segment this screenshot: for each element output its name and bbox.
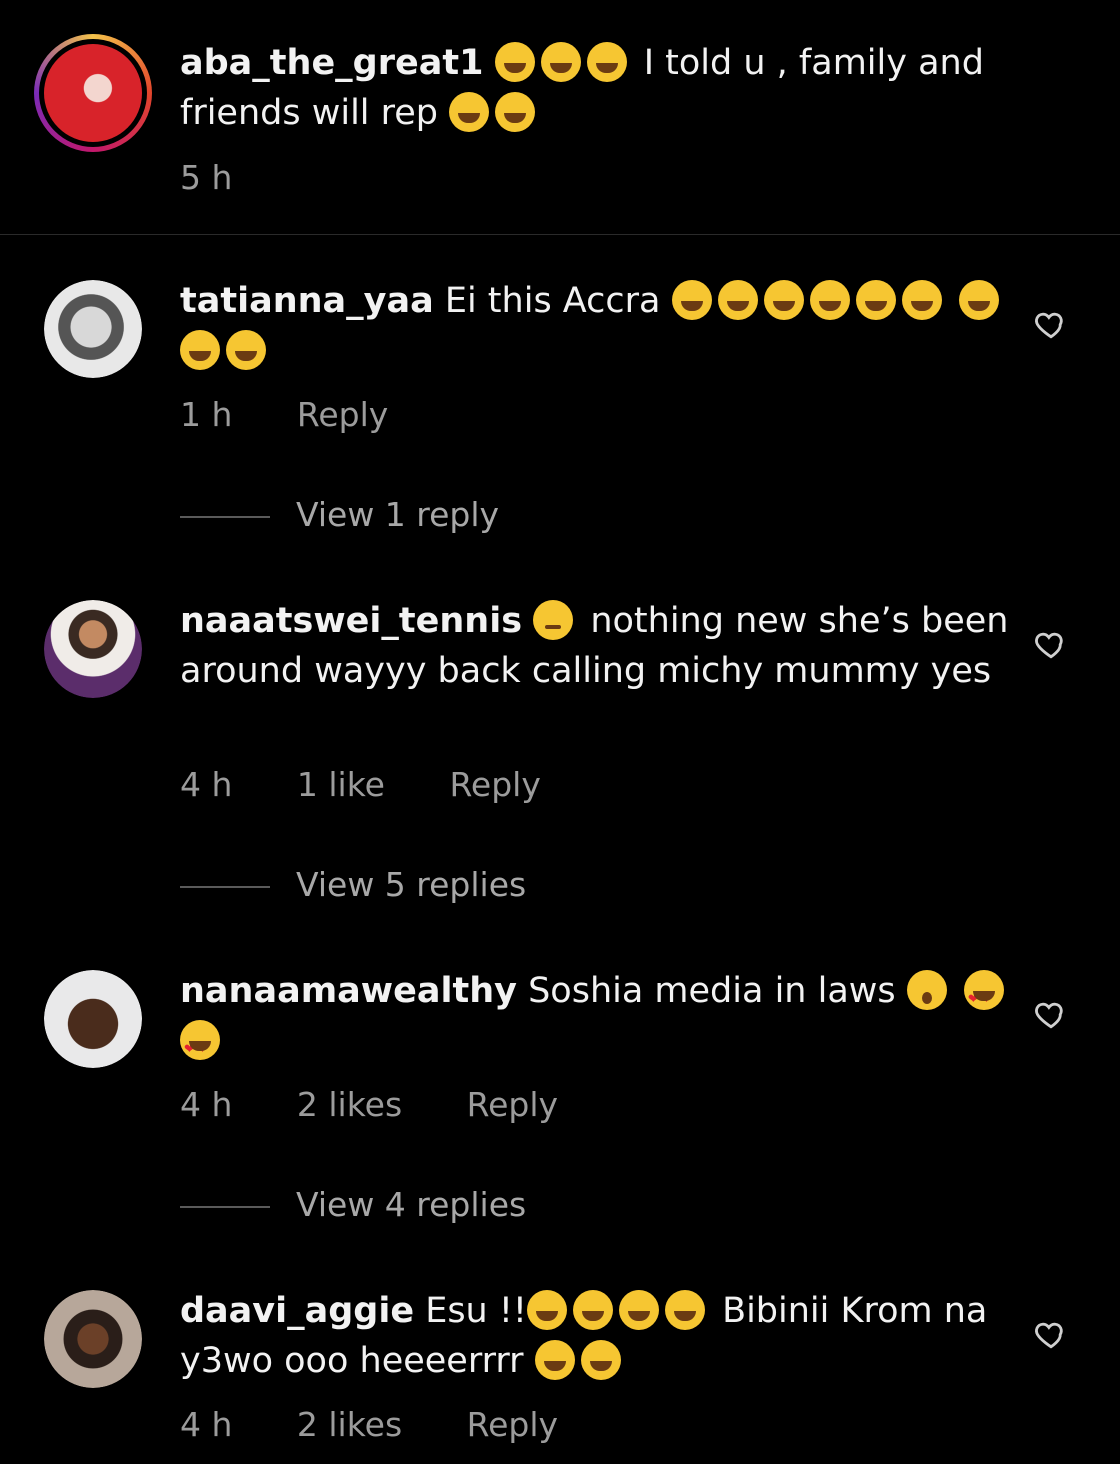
comment-meta: 4 h 2 likes Reply xyxy=(180,1085,558,1124)
heart-eyes-emoji-icon xyxy=(180,1020,220,1075)
timestamp: 4 h xyxy=(180,1405,233,1444)
laughing-emoji-icon xyxy=(809,280,850,320)
comment-text: nanaamawealthy Soshia media in laws xyxy=(180,966,1010,1075)
view-replies-label: View 5 replies xyxy=(296,865,527,904)
laughing-emoji-icon xyxy=(494,42,535,82)
rofl-emoji-icon xyxy=(495,92,536,132)
laughing-emoji-icon xyxy=(664,1290,705,1330)
reply-button[interactable]: Reply xyxy=(449,765,540,804)
likes-count[interactable]: 1 like xyxy=(297,765,385,804)
avatar-image xyxy=(44,1290,142,1388)
username[interactable]: aba_the_great1 xyxy=(180,43,483,83)
avatar-image xyxy=(44,280,142,378)
reply-button[interactable]: Reply xyxy=(467,1085,558,1124)
avatar[interactable] xyxy=(44,280,142,378)
laughing-emoji-icon xyxy=(901,280,942,320)
comment-text: naaatswei_tennis nothing new she’s been … xyxy=(180,596,1010,696)
laughing-emoji-icon xyxy=(717,280,758,320)
avatar[interactable] xyxy=(44,600,142,698)
rofl-emoji-icon xyxy=(580,1340,621,1380)
heart-icon[interactable] xyxy=(1034,1317,1068,1351)
view-replies-line xyxy=(180,1205,270,1208)
laughing-emoji-icon xyxy=(958,280,999,320)
heart-icon[interactable] xyxy=(1034,307,1068,341)
laughing-emoji-icon xyxy=(618,1290,659,1330)
view-replies-line xyxy=(180,515,270,518)
reply-button[interactable]: Reply xyxy=(467,1405,558,1444)
laughing-emoji-icon xyxy=(180,330,220,370)
username[interactable]: naaatswei_tennis xyxy=(180,601,522,641)
comment-body-part-1: Esu !! xyxy=(425,1291,527,1331)
laughing-emoji-icon xyxy=(540,42,581,82)
comment-meta: 1 h Reply xyxy=(180,395,388,434)
username[interactable]: daavi_aggie xyxy=(180,1291,414,1331)
view-replies-button[interactable]: View 1 reply xyxy=(180,495,499,534)
comment-text: tatianna_yaa Ei this Accra xyxy=(180,276,1010,376)
comment-text: daavi_aggie Esu !! Bibinii Krom na y3wo … xyxy=(180,1286,1010,1386)
comment-meta: 4 h 1 like Reply xyxy=(180,765,541,804)
heart-icon[interactable] xyxy=(1034,997,1068,1031)
laughing-emoji-icon xyxy=(671,280,712,320)
avatar-ring-inner xyxy=(39,39,147,147)
likes-count[interactable]: 2 likes xyxy=(297,1085,402,1124)
view-replies-label: View 1 reply xyxy=(296,495,500,534)
reply-button[interactable]: Reply xyxy=(297,395,388,434)
laughing-emoji-icon xyxy=(226,330,266,370)
comments-screen: aba_the_great1 I told u , family and fri… xyxy=(0,0,1120,1464)
view-replies-line xyxy=(180,885,270,888)
comment-meta: 4 h 2 likes Reply xyxy=(180,1405,558,1444)
laughing-emoji-icon xyxy=(763,280,804,320)
caption-comment: aba_the_great1 I told u , family and fri… xyxy=(0,0,1120,234)
rofl-emoji-icon xyxy=(534,1340,575,1380)
likes-count[interactable]: 2 likes xyxy=(297,1405,402,1444)
username[interactable]: tatianna_yaa xyxy=(180,281,434,321)
avatar[interactable] xyxy=(44,1290,142,1388)
astonished-emoji-icon xyxy=(906,970,947,1010)
timestamp: 4 h xyxy=(180,1085,233,1124)
view-replies-label: View 4 replies xyxy=(296,1185,527,1224)
avatar[interactable] xyxy=(44,970,142,1068)
rofl-emoji-icon xyxy=(449,92,490,132)
comment-body: Soshia media in laws xyxy=(528,971,896,1011)
laughing-emoji-icon xyxy=(526,1290,567,1330)
avatar-image xyxy=(44,970,142,1068)
avatar[interactable] xyxy=(34,34,152,152)
timestamp: 1 h xyxy=(180,395,233,434)
heart-eyes-emoji-icon xyxy=(963,970,1004,1025)
timestamp: 5 h xyxy=(180,158,233,197)
comment-meta: 5 h xyxy=(180,158,232,197)
laughing-emoji-icon xyxy=(855,280,896,320)
comment-text: aba_the_great1 I told u , family and fri… xyxy=(180,38,1010,138)
avatar-image xyxy=(44,44,142,142)
laughing-emoji-icon xyxy=(586,42,627,82)
comment-body: Ei this Accra xyxy=(444,281,661,321)
heart-icon[interactable] xyxy=(1034,627,1068,661)
laughing-emoji-icon xyxy=(572,1290,613,1330)
view-replies-button[interactable]: View 5 replies xyxy=(180,865,526,904)
username[interactable]: nanaamawealthy xyxy=(180,971,517,1011)
divider xyxy=(0,234,1120,235)
timestamp: 4 h xyxy=(180,765,233,804)
thinking-emoji-icon xyxy=(533,600,574,640)
avatar-image xyxy=(44,600,142,698)
view-replies-button[interactable]: View 4 replies xyxy=(180,1185,526,1224)
